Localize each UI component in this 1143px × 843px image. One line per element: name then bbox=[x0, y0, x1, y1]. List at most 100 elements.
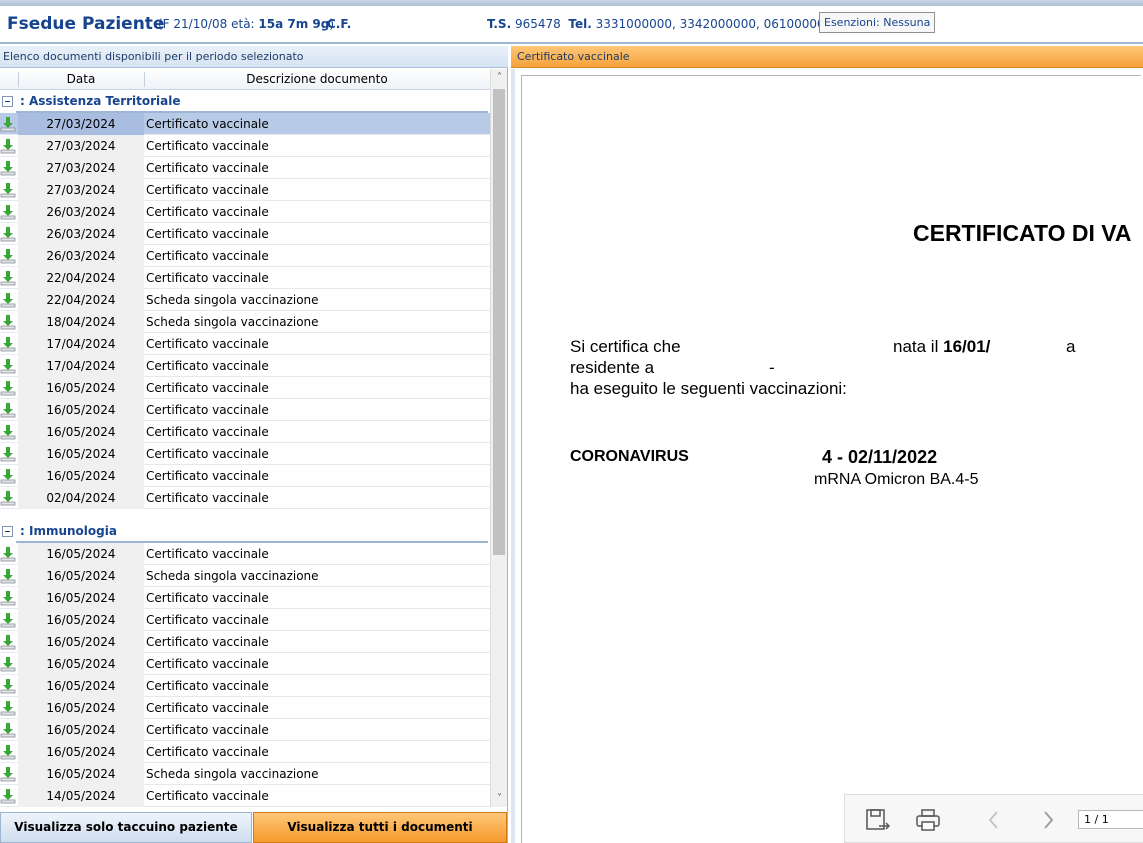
download-icon[interactable] bbox=[0, 160, 16, 176]
document-date: 26/03/2024 bbox=[18, 245, 144, 267]
document-date: 16/05/2024 bbox=[18, 741, 144, 763]
certificate-heading: CERTIFICATO DI VA bbox=[913, 220, 1132, 246]
certify-text: Si certifica che bbox=[570, 337, 681, 356]
document-row[interactable]: 17/04/2024 Certificato vaccinale bbox=[0, 333, 490, 355]
document-row[interactable]: 16/05/2024 Certificato vaccinale bbox=[0, 587, 490, 609]
document-description: Certificato vaccinale bbox=[146, 491, 269, 505]
document-row[interactable]: 16/05/2024 Scheda singola vaccinazione bbox=[0, 763, 490, 785]
page-indicator[interactable]: 1 / 1 bbox=[1078, 810, 1143, 829]
document-row[interactable]: 16/05/2024 Certificato vaccinale bbox=[0, 465, 490, 487]
document-date: 16/05/2024 bbox=[18, 377, 144, 399]
birth-place-label: a bbox=[1066, 337, 1076, 356]
download-icon[interactable] bbox=[0, 766, 16, 782]
download-icon[interactable] bbox=[0, 612, 16, 628]
download-icon[interactable] bbox=[0, 446, 16, 462]
document-row[interactable]: 16/05/2024 Certificato vaccinale bbox=[0, 653, 490, 675]
download-icon[interactable] bbox=[0, 292, 16, 308]
document-row[interactable]: 16/05/2024 Certificato vaccinale bbox=[0, 399, 490, 421]
group-header[interactable]: : Assistenza Territoriale bbox=[0, 91, 490, 113]
document-row[interactable]: 22/04/2024 Scheda singola vaccinazione bbox=[0, 289, 490, 311]
download-icon[interactable] bbox=[0, 248, 16, 264]
download-icon[interactable] bbox=[0, 700, 16, 716]
print-icon[interactable] bbox=[915, 807, 941, 833]
download-icon[interactable] bbox=[0, 744, 16, 760]
document-row[interactable]: 27/03/2024 Certificato vaccinale bbox=[0, 113, 490, 135]
group-label: : Assistenza Territoriale bbox=[20, 94, 181, 108]
document-date: 16/05/2024 bbox=[18, 763, 144, 785]
document-row[interactable]: 18/04/2024 Scheda singola vaccinazione bbox=[0, 311, 490, 333]
download-icon[interactable] bbox=[0, 182, 16, 198]
birth-date: 16/01/ bbox=[943, 337, 991, 356]
residence-dash: - bbox=[769, 358, 775, 377]
download-icon[interactable] bbox=[0, 138, 16, 154]
document-row[interactable]: 16/05/2024 Certificato vaccinale bbox=[0, 543, 490, 565]
document-description: Certificato vaccinale bbox=[146, 657, 269, 671]
document-description: Certificato vaccinale bbox=[146, 745, 269, 759]
collapse-icon[interactable] bbox=[2, 526, 13, 537]
download-icon[interactable] bbox=[0, 546, 16, 562]
download-icon[interactable] bbox=[0, 204, 16, 220]
collapse-icon[interactable] bbox=[2, 96, 13, 107]
esenzioni-button[interactable]: Esenzioni: Nessuna bbox=[819, 12, 936, 33]
document-row[interactable]: 16/05/2024 Certificato vaccinale bbox=[0, 631, 490, 653]
document-row[interactable]: 26/03/2024 Certificato vaccinale bbox=[0, 201, 490, 223]
document-date: 17/04/2024 bbox=[18, 355, 144, 377]
download-icon[interactable] bbox=[0, 634, 16, 650]
group-header[interactable]: : Immunologia bbox=[0, 521, 490, 543]
download-icon[interactable] bbox=[0, 788, 16, 804]
document-date: 16/05/2024 bbox=[18, 465, 144, 487]
document-row[interactable]: 27/03/2024 Certificato vaccinale bbox=[0, 179, 490, 201]
chevron-right-icon[interactable] bbox=[1035, 807, 1061, 833]
download-icon[interactable] bbox=[0, 380, 16, 396]
download-icon[interactable] bbox=[0, 226, 16, 242]
patient-info-prefix: (F 21/10/08 età: bbox=[158, 17, 259, 31]
document-row[interactable]: 16/05/2024 Certificato vaccinale bbox=[0, 377, 490, 399]
document-row[interactable]: 16/05/2024 Certificato vaccinale bbox=[0, 675, 490, 697]
document-row[interactable]: 16/05/2024 Certificato vaccinale bbox=[0, 609, 490, 631]
document-description: Certificato vaccinale bbox=[146, 635, 269, 649]
document-row[interactable]: 27/03/2024 Certificato vaccinale bbox=[0, 157, 490, 179]
download-icon[interactable] bbox=[0, 424, 16, 440]
column-header-description[interactable]: Descrizione documento bbox=[144, 69, 490, 90]
download-icon[interactable] bbox=[0, 270, 16, 286]
document-row[interactable]: 27/03/2024 Certificato vaccinale bbox=[0, 135, 490, 157]
show-patient-notebook-button[interactable]: Visualizza solo taccuino paziente bbox=[0, 812, 252, 843]
download-icon[interactable] bbox=[0, 358, 16, 374]
document-row[interactable]: 26/03/2024 Certificato vaccinale bbox=[0, 223, 490, 245]
download-icon[interactable] bbox=[0, 336, 16, 352]
document-row[interactable]: 16/05/2024 Certificato vaccinale bbox=[0, 421, 490, 443]
scroll-down-icon[interactable]: ˅ bbox=[491, 790, 508, 807]
document-row[interactable]: 16/05/2024 Certificato vaccinale bbox=[0, 741, 490, 763]
document-row[interactable]: 16/05/2024 Scheda singola vaccinazione bbox=[0, 565, 490, 587]
column-separator bbox=[18, 72, 19, 87]
download-icon[interactable] bbox=[0, 468, 16, 484]
column-header-date[interactable]: Data bbox=[18, 69, 144, 90]
tel-value: 3331000000, 3342000000, 0610000000 bbox=[595, 17, 840, 31]
save-icon[interactable] bbox=[865, 807, 891, 833]
download-icon[interactable] bbox=[0, 402, 16, 418]
download-icon[interactable] bbox=[0, 568, 16, 584]
chevron-left-icon[interactable] bbox=[981, 807, 1007, 833]
download-icon[interactable] bbox=[0, 314, 16, 330]
scrollbar-thumb[interactable] bbox=[493, 89, 505, 555]
grid-vertical-scrollbar[interactable]: ˄ ˅ bbox=[490, 69, 507, 807]
document-description: Certificato vaccinale bbox=[146, 425, 269, 439]
show-all-documents-button[interactable]: Visualizza tutti i documenti bbox=[253, 812, 507, 843]
document-row[interactable]: 22/04/2024 Certificato vaccinale bbox=[0, 267, 490, 289]
document-row[interactable]: 17/04/2024 Certificato vaccinale bbox=[0, 355, 490, 377]
download-icon[interactable] bbox=[0, 656, 16, 672]
download-icon[interactable] bbox=[0, 678, 16, 694]
download-icon[interactable] bbox=[0, 722, 16, 738]
document-row[interactable]: 02/04/2024 Certificato vaccinale bbox=[0, 487, 490, 509]
document-date: 16/05/2024 bbox=[18, 399, 144, 421]
document-row[interactable]: 16/05/2024 Certificato vaccinale bbox=[0, 719, 490, 741]
download-icon[interactable] bbox=[0, 116, 16, 132]
download-icon[interactable] bbox=[0, 590, 16, 606]
download-icon[interactable] bbox=[0, 490, 16, 506]
document-row[interactable]: 26/03/2024 Certificato vaccinale bbox=[0, 245, 490, 267]
patient-birth-info: (F 21/10/08 età: 15a 7m 9g) bbox=[158, 6, 334, 42]
document-row[interactable]: 14/05/2024 Certificato vaccinale bbox=[0, 785, 490, 807]
scroll-up-icon[interactable]: ˄ bbox=[491, 69, 508, 86]
document-row[interactable]: 16/05/2024 Certificato vaccinale bbox=[0, 697, 490, 719]
document-row[interactable]: 16/05/2024 Certificato vaccinale bbox=[0, 443, 490, 465]
